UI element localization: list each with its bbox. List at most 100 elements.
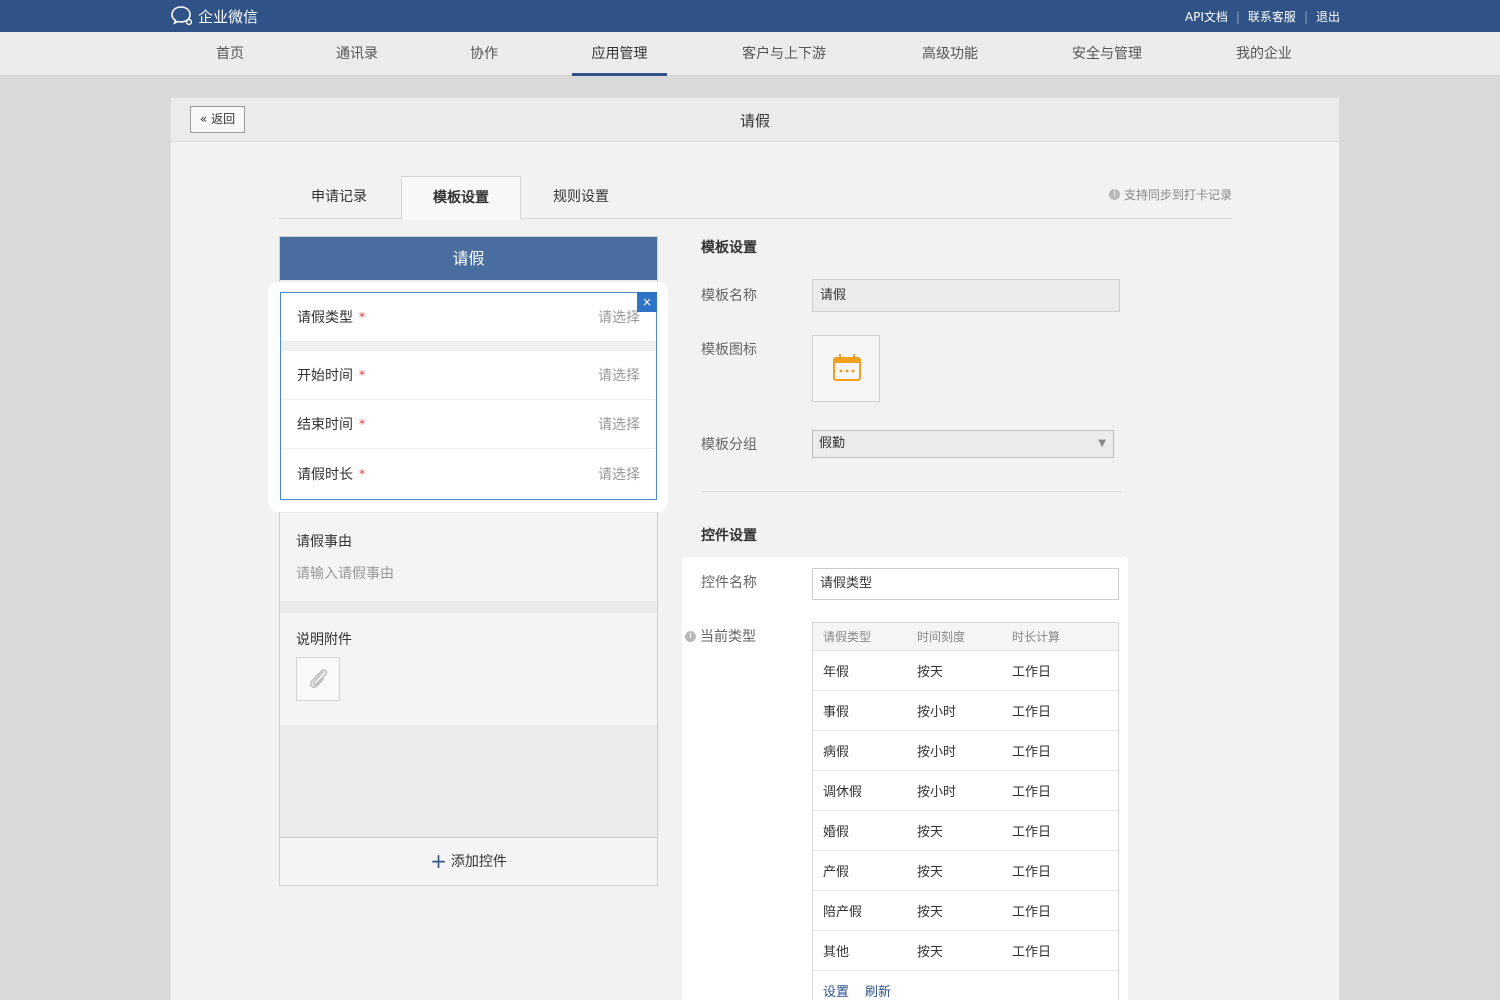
- field-leave-duration[interactable]: 请假时长 * 请选择: [281, 449, 656, 498]
- wecom-logo-icon: [171, 6, 193, 26]
- field-placeholder: 请选择: [598, 310, 640, 326]
- cell-time-scale: 按天: [917, 905, 944, 920]
- cell-duration: 工作日: [1012, 865, 1052, 880]
- col-leave-type: 请假类型: [823, 630, 872, 644]
- cell-leave-type: 调休假: [823, 785, 863, 800]
- nav-my-enterprise[interactable]: 我的企业: [1222, 32, 1306, 76]
- col-time-scale: 时间刻度: [917, 630, 966, 644]
- current-type-label: 当前类型: [700, 629, 756, 645]
- cell-time-scale: 按小时: [917, 745, 957, 760]
- nav-contacts[interactable]: 通讯录: [322, 32, 392, 76]
- info-icon: i: [685, 630, 696, 642]
- logout-link[interactable]: 退出: [1316, 8, 1340, 25]
- close-icon[interactable]: ×: [637, 292, 657, 312]
- date-range-control[interactable]: 请假类型 * 请选择 开始时间 * 请选择 结束时间 * 请选择 请假时长 * 请选择 …: [280, 292, 657, 500]
- nav-collaboration[interactable]: 协作: [456, 32, 512, 76]
- main-nav: 首页 通讯录 协作 应用管理 客户与上下游 高级功能 安全与管理 我的企业: [0, 32, 1500, 76]
- cell-leave-type: 其他: [823, 945, 850, 960]
- cell-duration: 工作日: [1012, 745, 1052, 760]
- cell-time-scale: 按天: [917, 945, 944, 960]
- template-group-value: 假勤: [819, 436, 846, 451]
- nav-advanced[interactable]: 高级功能: [906, 32, 994, 76]
- field-gap: [281, 342, 656, 351]
- tab-records[interactable]: 申请记录: [279, 176, 399, 219]
- cell-duration: 工作日: [1012, 945, 1052, 960]
- reason-block[interactable]: 请假事由 请输入请假事由: [280, 513, 657, 601]
- required-mark: *: [359, 417, 365, 431]
- cell-leave-type: 产假: [823, 865, 850, 880]
- sync-note-text: 支持同步到打卡记录: [1123, 188, 1232, 202]
- nav-app-management[interactable]: 应用管理: [572, 32, 667, 76]
- table-row: 陪产假 按天 工作日: [813, 891, 1118, 931]
- cell-duration: 工作日: [1012, 825, 1052, 840]
- template-name-input[interactable]: 请假: [812, 279, 1120, 312]
- col-duration: 时长计算: [1012, 630, 1061, 644]
- field-placeholder: 请选择: [598, 466, 640, 483]
- attachment-label: 说明附件: [296, 632, 352, 648]
- required-mark: *: [359, 310, 365, 324]
- tab-rule-settings[interactable]: 规则设置: [521, 176, 641, 219]
- template-group-label: 模板分组: [701, 437, 757, 453]
- control-settings-area: 控件名称 请假类型 i 当前类型 请假类型 时间刻度 时长计算 年假 按天 工作日 …: [682, 557, 1128, 1000]
- dropdown-arrow-icon: ▼: [1098, 438, 1106, 449]
- refresh-link[interactable]: 刷新: [865, 981, 891, 1000]
- reason-label: 请假事由: [296, 534, 352, 550]
- control-name-input[interactable]: 请假类型: [812, 568, 1119, 600]
- field-start-time[interactable]: 开始时间 * 请选择: [281, 351, 656, 400]
- field-end-time[interactable]: 结束时间 * 请选择: [281, 400, 656, 449]
- cell-duration: 工作日: [1012, 905, 1052, 920]
- leave-type-table: 请假类型 时间刻度 时长计算 年假 按天 工作日 事假 按小时 工作日 病假 按小时 工作日…: [812, 622, 1119, 1000]
- table-row: 年假 按天 工作日: [813, 651, 1118, 691]
- cell-duration: 工作日: [1012, 665, 1052, 680]
- api-docs-link[interactable]: API文档: [1185, 8, 1228, 25]
- sync-note: i 支持同步到打卡记录: [1108, 186, 1232, 203]
- tab-template-settings[interactable]: 模板设置: [401, 176, 521, 220]
- table-row: 病假 按小时 工作日: [813, 731, 1118, 771]
- cell-leave-type: 事假: [823, 705, 850, 720]
- brand-logo[interactable]: 企业微信: [170, 5, 258, 27]
- attachment-upload[interactable]: [296, 657, 340, 701]
- cell-time-scale: 按天: [917, 865, 944, 880]
- cell-duration: 工作日: [1012, 785, 1052, 800]
- cell-time-scale: 按小时: [917, 705, 957, 720]
- nav-security[interactable]: 安全与管理: [1058, 32, 1156, 76]
- cell-time-scale: 按小时: [917, 785, 957, 800]
- reason-placeholder: 请输入请假事由: [296, 566, 394, 582]
- add-control-label: 添加控件: [450, 854, 507, 870]
- selected-control-highlight: 请假类型 * 请选择 开始时间 * 请选择 结束时间 * 请选择 请假时长 * 请选择 …: [268, 282, 668, 512]
- tab-bar: 申请记录 模板设置 规则设置 i 支持同步到打卡记录: [279, 176, 1232, 220]
- cell-leave-type: 陪产假: [823, 905, 863, 920]
- cell-duration: 工作日: [1012, 705, 1052, 720]
- template-icon-picker[interactable]: [812, 335, 880, 402]
- attachment-block[interactable]: 说明附件: [280, 613, 657, 725]
- control-name-label: 控件名称: [701, 575, 757, 591]
- nav-home[interactable]: 首页: [200, 32, 260, 76]
- cell-time-scale: 按天: [917, 825, 944, 840]
- link-separator: |: [1235, 9, 1240, 24]
- info-icon: i: [1108, 189, 1120, 200]
- nav-customers[interactable]: 客户与上下游: [726, 32, 842, 76]
- link-separator: |: [1303, 9, 1308, 24]
- template-icon-label: 模板图标: [701, 342, 757, 358]
- add-control-button[interactable]: + 添加控件: [280, 837, 657, 885]
- calendar-icon: [833, 354, 861, 381]
- field-placeholder: 请选择: [598, 417, 640, 433]
- contact-support-link[interactable]: 联系客服: [1248, 8, 1296, 25]
- table-row: 调休假 按小时 工作日: [813, 771, 1118, 811]
- table-header: 请假类型 时间刻度 时长计算: [813, 623, 1118, 651]
- paperclip-icon: [309, 669, 328, 689]
- section-divider: [701, 491, 1121, 492]
- cell-leave-type: 婚假: [823, 825, 850, 840]
- field-label: 请假类型: [297, 310, 353, 326]
- field-label: 结束时间: [297, 417, 353, 433]
- required-mark: *: [359, 368, 365, 382]
- preview-header: 请假: [280, 237, 657, 280]
- table-row: 事假 按小时 工作日: [813, 691, 1118, 731]
- template-group-select[interactable]: 假勤 ▼: [812, 430, 1114, 458]
- field-placeholder: 请选择: [598, 368, 640, 384]
- settings-link[interactable]: 设置: [823, 981, 849, 1000]
- table-row: 婚假 按天 工作日: [813, 811, 1118, 851]
- table-actions: 设置 刷新: [813, 971, 1118, 1000]
- field-leave-type[interactable]: 请假类型 * 请选择: [281, 293, 656, 342]
- field-label: 请假时长: [297, 466, 353, 483]
